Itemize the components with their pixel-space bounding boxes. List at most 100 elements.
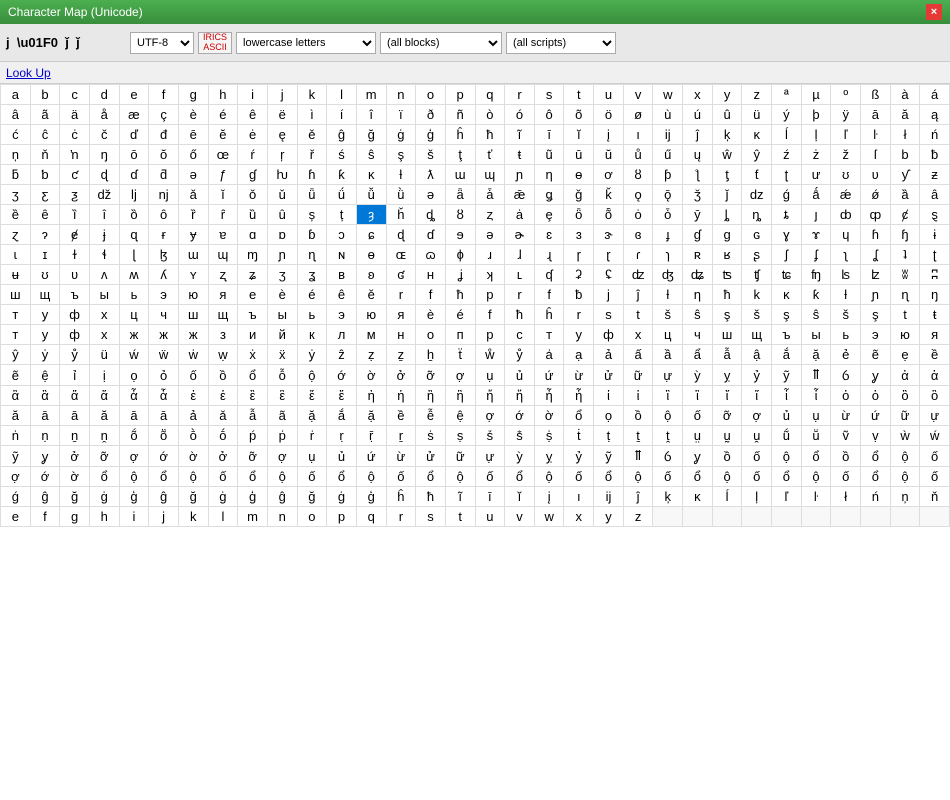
table-row[interactable]: ɲ bbox=[267, 245, 297, 265]
table-row[interactable]: ɛ bbox=[534, 225, 564, 245]
table-row[interactable]: l bbox=[327, 85, 357, 105]
table-row[interactable]: ἴ bbox=[712, 386, 742, 406]
table-row[interactable]: ĺ bbox=[712, 487, 742, 507]
table-row[interactable]: ƒ bbox=[208, 165, 238, 185]
table-row[interactable]: ƙ bbox=[801, 285, 831, 305]
table-row[interactable]: ü bbox=[89, 345, 119, 365]
table-row[interactable]: ậ bbox=[742, 345, 772, 365]
table-row[interactable]: ƭ bbox=[742, 165, 772, 185]
table-row[interactable]: ŵ bbox=[712, 145, 742, 165]
table-row[interactable]: ʁ bbox=[712, 245, 742, 265]
table-row[interactable]: ш bbox=[712, 325, 742, 345]
table-row[interactable]: ʟ bbox=[505, 265, 535, 285]
table-row[interactable]: k bbox=[297, 85, 327, 105]
table-row[interactable]: õ bbox=[564, 105, 594, 125]
table-row[interactable]: t bbox=[564, 85, 594, 105]
table-row[interactable]: ἇ bbox=[149, 386, 179, 406]
table-row[interactable]: ồ bbox=[712, 446, 742, 467]
table-row[interactable]: ņ bbox=[890, 487, 920, 507]
table-row[interactable]: ử bbox=[594, 365, 624, 386]
table-row[interactable]: ứ bbox=[534, 365, 564, 386]
table-row[interactable]: п bbox=[445, 325, 475, 345]
table-row[interactable]: z bbox=[742, 85, 772, 105]
table-row[interactable]: ȱ bbox=[653, 205, 683, 225]
table-row[interactable]: ṍ bbox=[119, 426, 149, 446]
table-row[interactable]: o bbox=[297, 507, 327, 527]
table-row[interactable]: ệ bbox=[445, 406, 475, 426]
table-row[interactable]: ẁ bbox=[890, 426, 920, 446]
table-row[interactable]: ʇ bbox=[890, 245, 920, 265]
table-row[interactable]: ō bbox=[119, 145, 149, 165]
table-row[interactable]: ɴ bbox=[327, 245, 357, 265]
table-row[interactable]: т bbox=[1, 305, 31, 325]
table-row[interactable]: й bbox=[267, 325, 297, 345]
table-row[interactable]: ṱ bbox=[653, 426, 683, 446]
table-row[interactable]: ľ bbox=[772, 487, 802, 507]
table-row[interactable]: ự bbox=[920, 406, 950, 426]
table-row[interactable]: ỹ bbox=[1, 446, 31, 467]
table-row[interactable]: ʡ bbox=[564, 265, 594, 285]
table-row[interactable]: š bbox=[416, 145, 446, 165]
table-row[interactable]: i bbox=[238, 85, 268, 105]
table-row[interactable]: ů bbox=[623, 145, 653, 165]
table-row[interactable]: ǡ bbox=[475, 185, 505, 205]
table-row[interactable]: ṙ bbox=[297, 426, 327, 446]
table-row[interactable]: ƙ bbox=[327, 165, 357, 185]
table-row[interactable]: į bbox=[594, 125, 624, 145]
table-row[interactable]: ы bbox=[801, 325, 831, 345]
table-row[interactable]: ŀ bbox=[801, 487, 831, 507]
table-row[interactable]: ἳ bbox=[683, 386, 713, 406]
table-row[interactable]: n bbox=[386, 85, 416, 105]
table-row[interactable]: ờ bbox=[60, 467, 90, 487]
table-row[interactable]: ʃ bbox=[772, 245, 802, 265]
table-row[interactable]: ἀ bbox=[890, 365, 920, 386]
table-row[interactable]: ĸ bbox=[772, 285, 802, 305]
table-row[interactable]: ŷ bbox=[1, 345, 31, 365]
table-row[interactable]: ƈ bbox=[60, 165, 90, 185]
table-row[interactable]: т bbox=[534, 325, 564, 345]
table-row[interactable]: ƞ bbox=[534, 165, 564, 185]
table-row[interactable]: ǩ bbox=[594, 185, 624, 205]
table-row[interactable]: b bbox=[890, 145, 920, 165]
table-row[interactable]: ƚ bbox=[386, 165, 416, 185]
table-row[interactable]: ň bbox=[30, 145, 60, 165]
table-row[interactable]: á bbox=[920, 85, 950, 105]
table-row[interactable]: ὂ bbox=[890, 386, 920, 406]
table-row[interactable]: ắ bbox=[772, 345, 802, 365]
table-row[interactable]: ố bbox=[920, 467, 950, 487]
table-row[interactable]: ɘ bbox=[445, 225, 475, 245]
table-row[interactable]: t bbox=[623, 305, 653, 325]
table-row[interactable]: ǻ bbox=[801, 185, 831, 205]
table-row[interactable]: ɳ bbox=[890, 285, 920, 305]
table-row[interactable]: ặ bbox=[297, 406, 327, 426]
table-row[interactable]: ȳ bbox=[683, 205, 713, 225]
table-row[interactable]: ἆ bbox=[119, 386, 149, 406]
table-row[interactable]: y bbox=[712, 85, 742, 105]
table-row[interactable]: ƕ bbox=[267, 165, 297, 185]
table-row[interactable]: f bbox=[416, 285, 446, 305]
table-row[interactable]: ā bbox=[149, 406, 179, 426]
table-row[interactable]: ɰ bbox=[475, 165, 505, 185]
table-row[interactable]: ờ bbox=[534, 406, 564, 426]
table-row[interactable]: ἶ bbox=[772, 386, 802, 406]
table-row[interactable]: š bbox=[742, 305, 772, 325]
table-row[interactable]: ɽ bbox=[594, 245, 624, 265]
table-row[interactable]: ọ bbox=[119, 365, 149, 386]
table-row[interactable]: ɣ bbox=[772, 225, 802, 245]
table-row[interactable]: ê bbox=[327, 285, 357, 305]
table-row[interactable]: э bbox=[861, 325, 891, 345]
table-row[interactable]: ɥ bbox=[831, 225, 861, 245]
table-row[interactable]: ἒ bbox=[238, 386, 268, 406]
table-row[interactable]: ь bbox=[297, 305, 327, 325]
table-row[interactable]: ń bbox=[861, 487, 891, 507]
char-grid-container[interactable]: abcdefghijklmnopqrstuvwxyzªµºßàáâãäåæçèé… bbox=[0, 84, 950, 800]
table-row[interactable]: ų bbox=[683, 145, 713, 165]
table-row[interactable]: ȵ bbox=[742, 205, 772, 225]
table-row[interactable]: ʂ bbox=[742, 245, 772, 265]
table-row[interactable]: я bbox=[208, 285, 238, 305]
table-row[interactable]: š bbox=[653, 305, 683, 325]
table-row[interactable]: ʎ bbox=[149, 265, 179, 285]
table-row[interactable]: ě bbox=[356, 285, 386, 305]
table-row[interactable]: ɗ bbox=[416, 225, 446, 245]
table-row[interactable]: œ bbox=[208, 145, 238, 165]
